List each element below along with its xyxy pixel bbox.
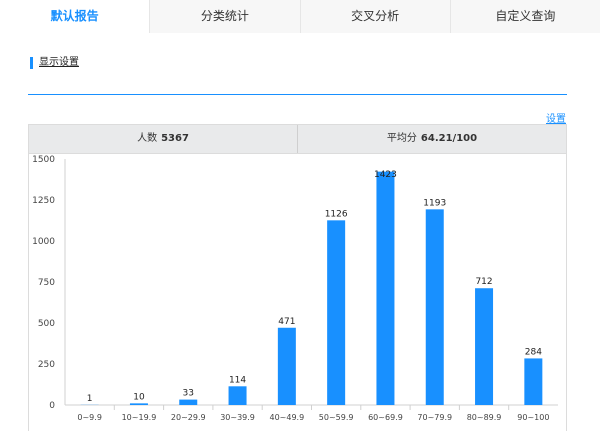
x-tick-label: 50~59.9 — [319, 413, 354, 422]
x-tick-label: 20~29.9 — [171, 413, 206, 422]
count-value: 5367 — [161, 133, 189, 144]
bar-value-label: 712 — [475, 277, 492, 287]
bar-value-label: 10 — [133, 392, 145, 402]
section-divider — [28, 94, 567, 95]
stats-header: 人数 5367 平均分 64.21/100 — [28, 124, 567, 154]
x-tick-label: 10~19.9 — [122, 413, 157, 422]
bar-value-label: 1423 — [374, 170, 397, 180]
average-label: 平均分 — [386, 133, 417, 144]
bar-chart-svg: 0 250 500 750 1000 1250 1500 1 0~9.9 10 10~19.9 33 2… — [32, 155, 558, 422]
average-value: 64.21/100 — [420, 133, 478, 144]
bar — [129, 403, 148, 405]
bar — [228, 386, 247, 405]
bar-value-label: 1 — [87, 394, 93, 404]
tab-cross-analysis[interactable]: 交叉分析 — [300, 0, 451, 33]
bar-value-label: 33 — [183, 389, 194, 399]
bar — [425, 209, 444, 405]
bar-value-label: 471 — [278, 317, 295, 327]
bar — [475, 288, 494, 405]
settings-link[interactable]: 设置 — [546, 110, 566, 125]
average-score: 平均分 64.21/100 — [298, 125, 566, 153]
y-tick-label: 1250 — [32, 196, 55, 206]
x-tick-label: 40~49.9 — [269, 413, 304, 422]
score-distribution-chart: 0 250 500 750 1000 1250 1500 1 0~9.9 10 10~19.9 33 2… — [28, 154, 567, 431]
count-label: 人数 — [137, 133, 158, 144]
x-tick-label: 60~69.9 — [368, 413, 403, 422]
y-tick-label: 500 — [38, 319, 55, 329]
x-tick-label: 70~79.9 — [417, 413, 452, 422]
y-tick-label: 250 — [38, 360, 55, 370]
y-tick-label: 1500 — [32, 155, 55, 165]
respondent-count: 人数 5367 — [29, 125, 298, 153]
tab-category-stats[interactable]: 分类统计 — [150, 0, 301, 33]
y-tick-label: 0 — [49, 401, 55, 411]
x-tick-label: 0~9.9 — [77, 413, 102, 422]
y-tick-label: 750 — [38, 278, 55, 288]
x-tick-label: 90~100 — [517, 413, 549, 422]
report-tabs: 默认报告 分类统计 交叉分析 自定义查询 — [0, 0, 600, 33]
bar — [179, 399, 198, 405]
tab-default-report[interactable]: 默认报告 — [0, 0, 151, 33]
x-tick-label: 30~39.9 — [220, 413, 255, 422]
bar — [376, 171, 395, 405]
bar — [327, 220, 346, 405]
bar — [277, 327, 296, 405]
bar-value-label: 1126 — [325, 209, 348, 219]
bar — [524, 358, 543, 405]
x-tick-label: 80~89.9 — [467, 413, 502, 422]
bar-value-label: 284 — [525, 347, 542, 357]
bar-value-label: 1193 — [423, 198, 446, 208]
y-tick-label: 1000 — [32, 237, 55, 247]
display-settings-title[interactable]: 显示设置 — [30, 57, 79, 69]
bar-value-label: 114 — [229, 375, 246, 385]
tab-custom-query[interactable]: 自定义查询 — [450, 0, 600, 33]
